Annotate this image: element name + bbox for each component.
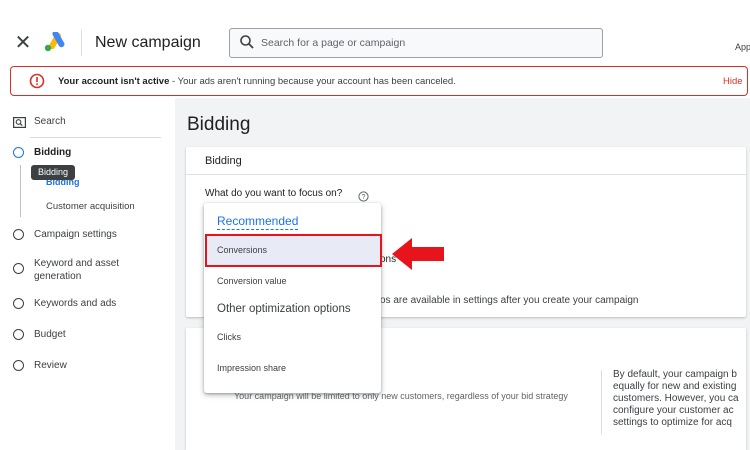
alert-message: Your account isn't active - Your ads are… — [58, 76, 456, 88]
help-icon[interactable]: ? — [358, 189, 369, 202]
info-line: equally for new and existing — [613, 381, 737, 392]
keywords-ads-radio-icon — [13, 298, 24, 309]
alert-body: - Your ads aren't running because your a… — [169, 76, 456, 87]
substep-line — [20, 165, 21, 217]
focus-question-label: What do you want to focus on? — [205, 188, 343, 199]
sidebar-item-bidding[interactable]: Bidding — [34, 147, 71, 159]
sidebar-divider — [30, 137, 161, 138]
header-divider — [81, 30, 82, 56]
card-divider — [186, 174, 746, 175]
review-radio-icon — [13, 360, 24, 371]
option-clicks[interactable]: Clicks — [217, 332, 241, 343]
acquisition-info-text: By default, your campaign b equally for … — [613, 369, 750, 429]
budget-radio-icon — [13, 329, 24, 340]
option-conversion-value[interactable]: Conversion value — [217, 276, 287, 287]
alert-icon — [29, 73, 45, 89]
keyword-generation-radio-icon — [13, 263, 24, 274]
section-heading: Bidding — [187, 114, 251, 135]
close-icon[interactable]: ✕ — [13, 32, 33, 54]
sidebar-item-review[interactable]: Review — [34, 360, 67, 372]
other-options-group-header: Other optimization options — [217, 303, 351, 315]
sidebar-item-keyword-asset-generation[interactable]: Keyword and asset generation — [34, 257, 134, 283]
alert-title: Your account isn't active — [58, 76, 170, 87]
info-divider — [601, 370, 602, 434]
bidding-step-radio-icon — [13, 147, 24, 158]
search-step-icon — [13, 115, 27, 129]
info-line: settings to optimize for acq — [613, 417, 732, 428]
search-placeholder: Search for a page or campaign — [261, 37, 406, 49]
page-title: New campaign — [95, 34, 201, 51]
annotation-highlight-box — [205, 234, 382, 267]
svg-text:?: ? — [362, 194, 366, 201]
annotation-arrow-icon — [390, 236, 446, 272]
campaign-settings-radio-icon — [13, 229, 24, 240]
info-line: By default, your campaign b — [613, 369, 737, 380]
info-line: customers. However, you ca — [613, 393, 739, 404]
sidebar-subitem-customer-acquisition[interactable]: Customer acquisition — [46, 201, 135, 213]
info-line: configure your customer ac — [613, 405, 734, 416]
settings-note-text: os are available in settings after you c… — [380, 295, 639, 306]
sidebar-item-keywords-and-ads[interactable]: Keywords and ads — [34, 298, 116, 310]
bidding-card-title: Bidding — [205, 155, 242, 167]
bidding-tooltip: Bidding — [31, 165, 75, 180]
recommended-group-header: Recommended — [217, 214, 299, 230]
search-icon — [239, 34, 255, 50]
sidebar-item-campaign-settings[interactable]: Campaign settings — [34, 229, 117, 241]
sidebar-item-search[interactable]: Search — [34, 116, 66, 128]
hide-alert-button[interactable]: Hide — [723, 76, 743, 88]
option-impression-share[interactable]: Impression share — [217, 363, 286, 374]
google-ads-logo — [43, 30, 67, 52]
apps-label[interactable]: App — [735, 42, 750, 52]
sidebar-item-budget[interactable]: Budget — [34, 329, 66, 341]
